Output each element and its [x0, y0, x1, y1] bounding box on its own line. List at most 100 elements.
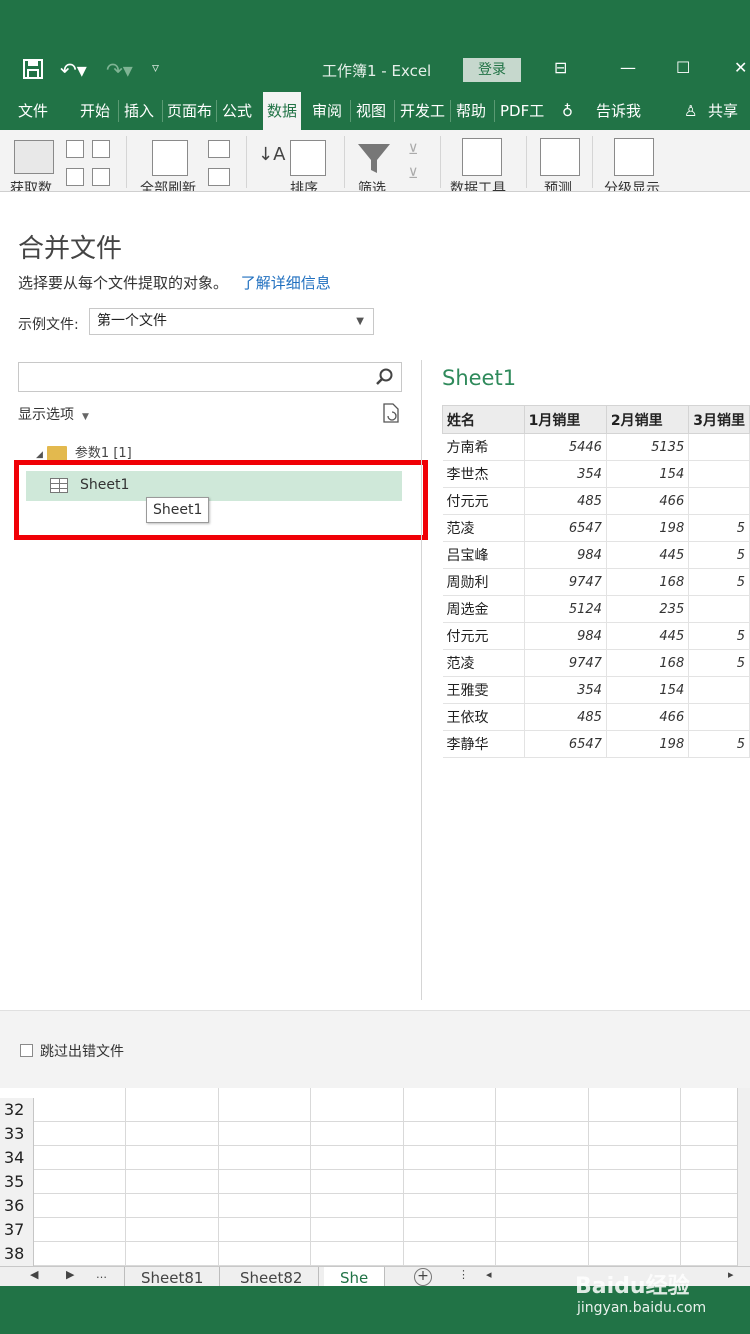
tab-home[interactable]: 开始 [80, 92, 110, 130]
tab-data[interactable]: 数据 [263, 92, 302, 130]
from-web-icon[interactable] [66, 168, 84, 186]
vertical-scrollbar[interactable] [737, 1088, 750, 1268]
forecast-icon[interactable] [540, 138, 580, 176]
minimize-icon[interactable]: — [620, 58, 636, 77]
tab-developer[interactable]: 开发工 [400, 92, 445, 130]
undo-icon[interactable]: ↶▾ [60, 58, 87, 82]
share-button[interactable]: 共享 [708, 92, 738, 130]
value-cell: 5 [688, 649, 750, 677]
add-sheet-icon[interactable]: + [414, 1268, 432, 1286]
value-cell: 445 [606, 541, 690, 569]
get-data-icon[interactable] [14, 140, 54, 174]
table-row: 周勋利 9747 168 5 [442, 568, 750, 596]
lightbulb-icon[interactable]: ♁ [562, 92, 573, 130]
tree-folder-item[interactable]: ◢ 参数1 [1] [36, 442, 132, 461]
clear-filter-icon[interactable]: ⊻ [408, 142, 418, 158]
tab-review[interactable]: 审阅 [312, 92, 342, 130]
maximize-icon[interactable]: ☐ [676, 58, 690, 77]
row-number[interactable]: 32 [0, 1098, 34, 1122]
show-options-label: 显示选项 [18, 407, 74, 423]
value-cell: 5 [688, 514, 750, 542]
tab-formulas[interactable]: 公式 [222, 92, 252, 130]
tab-view[interactable]: 视图 [356, 92, 386, 130]
forecast-label: 预测 [544, 181, 572, 192]
scroll-left-icon[interactable]: ◂ [486, 1268, 492, 1281]
refresh-icon[interactable] [380, 402, 402, 424]
tab-split-handle-icon[interactable]: ⋮ [458, 1268, 469, 1281]
table-row: 付元元 485 466 [442, 487, 750, 515]
tab-help[interactable]: 帮助 [456, 92, 486, 130]
redo-icon[interactable]: ↷▾ [106, 58, 133, 82]
tab-pdf-tools[interactable]: PDF工 [500, 92, 544, 130]
value-cell: 198 [606, 514, 690, 542]
more-sheets-icon[interactable]: … [96, 1268, 107, 1281]
tab-insert[interactable]: 插入 [124, 92, 154, 130]
row-number[interactable]: 36 [0, 1194, 34, 1218]
value-cell: 168 [606, 568, 690, 596]
skip-errors-label: 跳过出错文件 [40, 1044, 124, 1060]
value-cell: 485 [524, 703, 607, 731]
expand-triangle-icon[interactable]: ◢ [36, 450, 43, 460]
prev-sheet-icon[interactable]: ◀ [30, 1268, 38, 1281]
row-number[interactable]: 34 [0, 1146, 34, 1170]
share-icon[interactable]: ♙ [684, 92, 697, 130]
name-cell: 付元元 [442, 622, 525, 650]
ribbon-display-options-icon[interactable]: ⊟ [554, 58, 567, 77]
skip-errors-checkbox[interactable] [20, 1044, 33, 1057]
worksheet-grid: 32 33 34 35 36 37 38 [0, 1088, 750, 1268]
data-tools-icon[interactable] [462, 138, 502, 176]
table-row: 付元元 984 445 5 [442, 622, 750, 650]
value-cell: 154 [606, 460, 690, 488]
refresh-all-icon[interactable] [152, 140, 188, 176]
value-cell: 445 [606, 622, 690, 650]
sort-asc-icon[interactable]: ↓A [258, 144, 285, 165]
tab-file[interactable]: 文件 [18, 92, 48, 130]
existing-connections-icon[interactable] [92, 168, 110, 186]
queries-connections-icon[interactable] [208, 140, 230, 158]
save-icon[interactable] [22, 58, 44, 80]
sheet-tab-active[interactable]: She [324, 1267, 386, 1286]
row-number[interactable]: 37 [0, 1218, 34, 1242]
value-cell [688, 487, 750, 515]
column-header: 3月销里 [688, 405, 750, 434]
outline-icon[interactable] [614, 138, 654, 176]
login-button[interactable]: 登录 [463, 58, 521, 82]
customize-qat-icon[interactable]: ▿ [152, 60, 159, 76]
value-cell: 5 [688, 568, 750, 596]
reapply-icon[interactable]: ⊻ [408, 166, 418, 182]
value-cell [688, 703, 750, 731]
dialog-description: 选择要从每个文件提取的对象。 了解详细信息 [18, 272, 331, 293]
get-data-label: 获取数 [10, 181, 52, 192]
recent-sources-icon[interactable] [92, 140, 110, 158]
sheet-tab[interactable]: Sheet81 [124, 1267, 221, 1286]
row-number[interactable]: 38 [0, 1242, 34, 1266]
search-icon[interactable] [375, 367, 395, 387]
value-cell: 984 [524, 622, 607, 650]
pane-divider [421, 360, 422, 1000]
preview-table: 姓名 1月销里 2月销里 3月销里 方南希 5446 5135 李世杰 354 154 付元… [442, 405, 750, 758]
learn-more-link[interactable]: 了解详细信息 [241, 274, 331, 292]
next-sheet-icon[interactable]: ▶ [66, 1268, 74, 1281]
example-file-label: 示例文件: [18, 317, 79, 333]
search-input[interactable] [18, 362, 402, 392]
tree-folder-label: 参数1 [1] [74, 446, 132, 461]
sheet-tab[interactable]: Sheet82 [224, 1267, 320, 1286]
show-options-dropdown[interactable]: 显示选项 ▼ [18, 404, 89, 424]
close-icon[interactable]: ✕ [734, 58, 747, 77]
value-cell [688, 595, 750, 623]
value-cell: 6547 [524, 730, 607, 758]
tab-page-layout[interactable]: 页面布 [167, 92, 212, 130]
filter-icon[interactable] [356, 140, 392, 176]
tell-me-search[interactable]: 告诉我 [596, 92, 641, 130]
example-file-select[interactable]: 第一个文件 ▼ [89, 308, 374, 335]
row-number[interactable]: 33 [0, 1122, 34, 1146]
value-cell: 9747 [524, 649, 607, 677]
watermark-url: jingyan.baidu.com [577, 1300, 707, 1316]
value-cell: 5446 [524, 433, 607, 461]
from-text-icon[interactable] [66, 140, 84, 158]
row-number[interactable]: 35 [0, 1170, 34, 1194]
properties-icon[interactable] [208, 168, 230, 186]
scroll-right-icon[interactable]: ▸ [728, 1268, 734, 1281]
sort-icon[interactable] [290, 140, 326, 176]
column-header: 1月销里 [523, 405, 607, 434]
